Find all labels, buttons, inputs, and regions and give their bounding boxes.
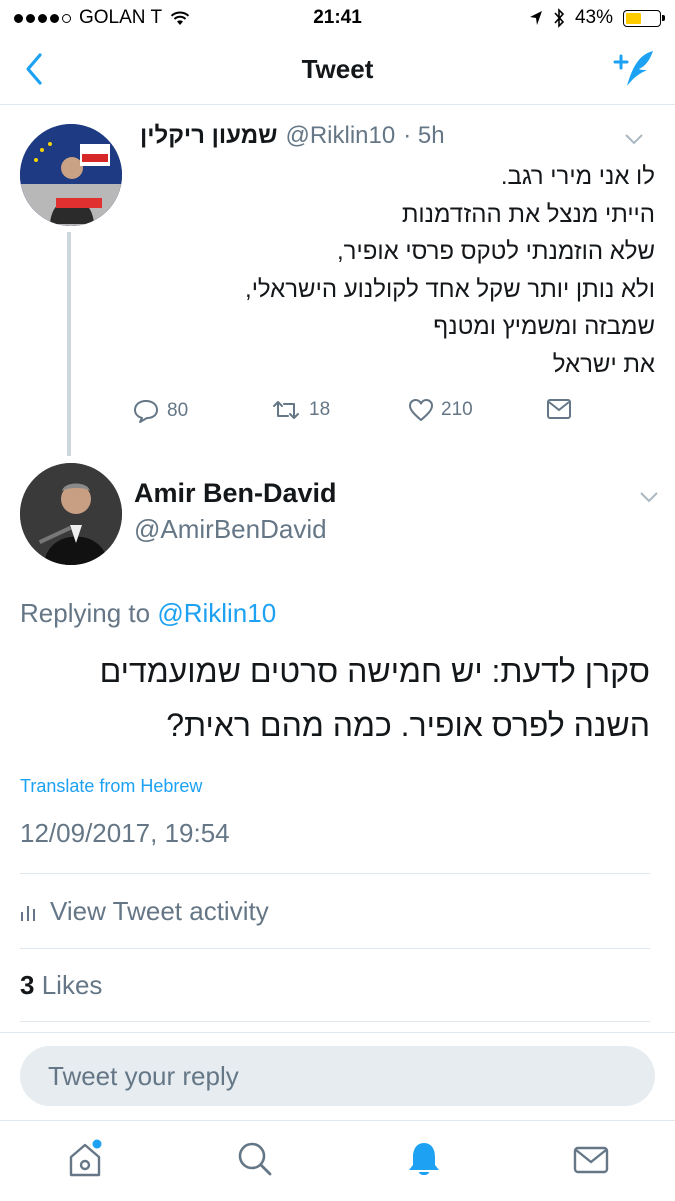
likes-count-row[interactable]: 3 Likes xyxy=(20,970,102,1001)
like-action[interactable]: 210 xyxy=(408,398,473,422)
tweet1-line: לו אני מירי רגב. xyxy=(500,163,655,190)
reply-action[interactable]: 80 xyxy=(132,398,188,424)
compose-tweet-button[interactable] xyxy=(613,48,657,95)
envelope-icon xyxy=(573,1146,609,1174)
tweet1-line: שלא הוזמנתי לטקס פרסי אופיר, xyxy=(337,238,655,265)
avatar-image xyxy=(20,124,122,226)
reply-icon xyxy=(134,400,158,423)
view-tweet-activity-label: View Tweet activity xyxy=(50,896,269,926)
tab-home[interactable] xyxy=(66,1139,106,1184)
replying-to-label: Replying to xyxy=(20,598,151,628)
replying-to-line: Replying to @Riklin10 xyxy=(20,598,276,629)
tweet1-line: את ישראל xyxy=(552,350,655,378)
tweet2-text: סקרן לדעת: יש חמישה סרטים שמועמדים השנה … xyxy=(20,644,650,752)
divider xyxy=(20,1021,650,1022)
replying-to-handle-link[interactable]: @Riklin10 xyxy=(157,598,276,628)
tweet1-author-handle[interactable]: @Riklin10 xyxy=(285,122,395,150)
tweet-datetime: 12/09/2017, 19:54 xyxy=(20,818,230,848)
bluetooth-icon xyxy=(554,8,565,28)
tweet1-header: שמעון ריקלין @Riklin10 · 5h xyxy=(140,122,660,156)
tweet1-timestamp: · 5h xyxy=(403,122,445,149)
chevron-down-icon xyxy=(625,134,643,145)
tweet2-author-handle[interactable]: @AmirBenDavid xyxy=(134,514,327,545)
reply-input[interactable] xyxy=(20,1046,655,1106)
tweet1-author-name[interactable]: שמעון ריקלין xyxy=(140,122,277,150)
tweet2-author-name[interactable]: Amir Ben-David xyxy=(134,478,337,509)
retweet-action[interactable]: 18 xyxy=(270,398,330,422)
tweet1-line: הייתי מנצל את ההזדמנות xyxy=(401,200,655,228)
tweet1-line: שמבזה ומשמיץ ומטנף xyxy=(433,313,655,340)
tweet2-line: השנה לפרס אופיר. כמה מהם ראית? xyxy=(166,707,650,743)
likes-label: Likes xyxy=(41,970,103,1000)
envelope-icon xyxy=(547,399,571,419)
status-right: 43% xyxy=(529,7,665,29)
home-icon xyxy=(69,1139,102,1177)
tweet2-line: סקרן לדעת: יש חמישה סרטים שמועמדים xyxy=(99,653,650,689)
tab-bar xyxy=(0,1120,675,1201)
thread-connector-line xyxy=(67,232,71,456)
tweet1-actions: 80 18 210 xyxy=(132,398,592,430)
divider xyxy=(20,873,650,874)
chevron-down-icon xyxy=(640,492,658,503)
translate-link[interactable]: Translate from Hebrew xyxy=(20,776,202,797)
reply-count: 80 xyxy=(167,400,189,421)
battery-icon xyxy=(623,9,665,27)
view-tweet-activity-button[interactable]: View Tweet activity xyxy=(20,896,269,927)
search-icon xyxy=(238,1142,272,1176)
tweet1-text: לו אני מירי רגב. הייתי מנצל את ההזדמנות … xyxy=(140,158,655,383)
compose-quill-icon xyxy=(613,51,653,86)
battery-percent: 43% xyxy=(574,7,613,28)
tweet1-line: ולא נותן יותר שקל אחד לקולנוע הישראלי, xyxy=(245,275,655,303)
like-count: 210 xyxy=(441,399,473,420)
retweet-icon xyxy=(273,401,299,419)
navigation-bar: Tweet xyxy=(0,36,675,105)
location-icon xyxy=(529,11,542,25)
tab-search[interactable] xyxy=(235,1139,275,1184)
direct-message-action[interactable] xyxy=(546,398,572,420)
status-bar: GOLAN T 21:41 43% xyxy=(0,0,675,36)
bell-icon xyxy=(409,1143,439,1175)
avatar-image xyxy=(20,463,122,565)
heart-icon xyxy=(409,399,433,421)
divider xyxy=(20,948,650,949)
likes-number: 3 xyxy=(20,970,35,1000)
avatar-riklin[interactable] xyxy=(20,124,122,226)
avatar-amir[interactable] xyxy=(20,463,122,565)
bar-chart-icon xyxy=(21,905,35,921)
page-title: Tweet xyxy=(301,54,374,84)
tab-notifications[interactable] xyxy=(404,1139,444,1184)
tweet2-menu-button[interactable] xyxy=(639,490,659,508)
tweet1-menu-button[interactable] xyxy=(624,124,644,152)
tab-messages[interactable] xyxy=(572,1139,610,1184)
retweet-count: 18 xyxy=(309,399,331,420)
